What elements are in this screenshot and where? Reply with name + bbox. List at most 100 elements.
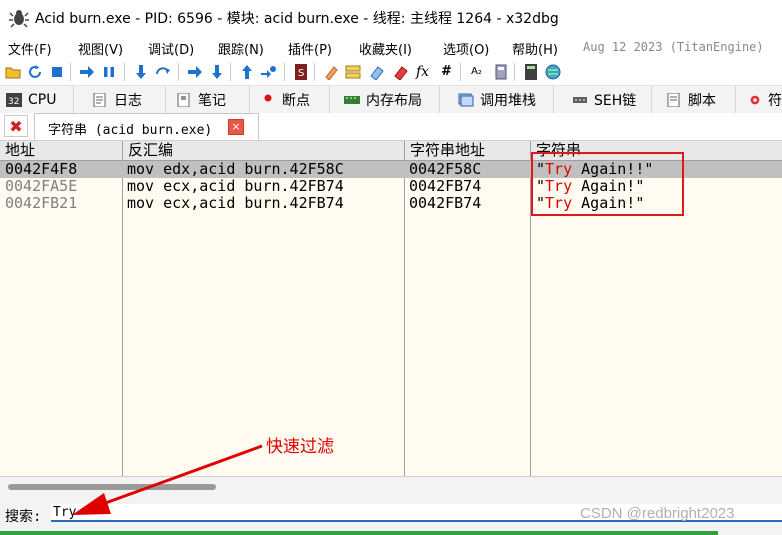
column-header-address[interactable]: 地址: [0, 141, 123, 161]
pause-icon[interactable]: [100, 63, 117, 80]
seh-icon: [573, 96, 587, 103]
execute-till-return-icon[interactable]: [238, 63, 255, 80]
progress-bar: [0, 531, 782, 535]
table-row[interactable]: 0042FB21 mov ecx,acid burn.42FB74 0042FB…: [0, 195, 782, 212]
row-string-address: 0042FB74: [409, 194, 482, 212]
globe-icon[interactable]: [544, 63, 561, 80]
open-icon[interactable]: [4, 63, 21, 80]
annotation-label: 快速过滤: [266, 437, 334, 457]
tab-script[interactable]: 脚本: [660, 86, 736, 113]
tab-notes-label: 笔记: [198, 92, 226, 109]
tab-strings-label: 字符串 (acid burn.exe): [48, 123, 213, 138]
row-string: "Try Again!!": [536, 160, 654, 178]
tab-seh-chain[interactable]: SEH链: [566, 86, 652, 113]
run-to-user-code-icon[interactable]: [260, 63, 277, 80]
notes-icon: [177, 92, 190, 107]
tab-cpu-label: CPU: [28, 91, 57, 108]
comment-icon[interactable]: [344, 63, 361, 80]
row-address: 0042FB21: [5, 194, 78, 212]
function-icon[interactable]: fx: [414, 63, 431, 80]
title-bar: Acid burn.exe - PID: 6596 - 模块: acid bur…: [0, 0, 782, 36]
memory-map-icon: [344, 95, 360, 104]
close-all-tabs-icon[interactable]: ✖: [4, 115, 28, 137]
tab-log-label: 日志: [114, 92, 142, 109]
row-disassembly: mov ecx,acid burn.42FB74: [127, 177, 344, 195]
column-header-string[interactable]: 字符串: [531, 141, 782, 161]
tab-call-stack-label: 调用堆栈: [480, 92, 536, 109]
view-tab-bar: 32 CPU 日志 笔记 断点 内存布局 调用堆栈 SEH链 脚本 符: [0, 86, 782, 114]
tab-strings[interactable]: 字符串 (acid burn.exe) ×: [34, 113, 259, 140]
calculator-icon[interactable]: [522, 63, 539, 80]
tab-call-stack[interactable]: 调用堆栈: [452, 86, 554, 113]
menu-help[interactable]: 帮助(H): [512, 39, 558, 58]
row-string-address: 0042FB74: [409, 177, 482, 195]
column-header-disassembly[interactable]: 反汇编: [123, 141, 405, 161]
tab-seh-chain-label: SEH链: [594, 92, 637, 109]
watermark: CSDN @redbright2023: [580, 505, 735, 522]
tab-script-label: 脚本: [688, 92, 716, 109]
tab-memory-map-label: 内存布局: [366, 92, 422, 109]
scylla-icon[interactable]: S: [292, 63, 309, 80]
menu-options[interactable]: 选项(O): [443, 39, 489, 58]
menu-view[interactable]: 视图(V): [78, 39, 123, 58]
search-match: Try: [545, 160, 573, 178]
build-date: Aug 12 2023 (TitanEngine): [583, 40, 764, 54]
patch-icon[interactable]: [322, 63, 339, 80]
table-row[interactable]: 0042F4F8 mov edx,acid burn.42F58C 0042F5…: [0, 161, 782, 178]
table-row[interactable]: 0042FA5E mov ecx,acid burn.42FB74 0042FB…: [0, 178, 782, 195]
breakpoint-icon: [264, 94, 272, 101]
call-stack-icon: [458, 93, 474, 106]
tab-memory-map[interactable]: 内存布局: [338, 86, 440, 113]
toolbar: S fx # A₂: [0, 59, 782, 86]
row-address: 0042FA5E: [5, 177, 78, 195]
tab-notes[interactable]: 笔记: [170, 86, 250, 113]
search-match: Try: [545, 177, 573, 195]
menu-favourites[interactable]: 收藏夹(I): [359, 39, 412, 58]
horizontal-scrollbar[interactable]: [0, 476, 782, 499]
row-disassembly: mov edx,acid burn.42F58C: [127, 160, 344, 178]
bookmark-icon[interactable]: [392, 63, 409, 80]
cpu-icon: 32: [6, 92, 22, 107]
svg-text:32: 32: [8, 97, 19, 107]
menu-trace[interactable]: 跟踪(N): [218, 39, 264, 58]
label-icon[interactable]: [368, 63, 385, 80]
references-tab-bar: ✖ 字符串 (acid burn.exe) ×: [0, 113, 782, 141]
bug-icon: [9, 10, 29, 28]
row-string: "Try Again!": [536, 194, 645, 212]
script-icon: [667, 92, 680, 107]
step-over-icon[interactable]: [154, 63, 171, 80]
tab-symbols[interactable]: 符: [742, 86, 782, 113]
menu-bar: 文件(F) 视图(V) 调试(D) 跟踪(N) 插件(P) 收藏夹(I) 选项(…: [0, 36, 782, 59]
restart-icon[interactable]: [26, 63, 43, 80]
tab-symbols-label: 符: [768, 92, 782, 109]
column-header-string-address[interactable]: 字符串地址: [405, 141, 531, 161]
scrollbar-thumb[interactable]: [8, 484, 216, 490]
trace-over-icon[interactable]: [208, 63, 225, 80]
hash-icon[interactable]: #: [438, 63, 455, 80]
menu-debug[interactable]: 调试(D): [148, 39, 194, 58]
menu-file[interactable]: 文件(F): [8, 39, 52, 58]
tab-breakpoints-label: 断点: [282, 92, 310, 109]
symbols-icon: [750, 95, 760, 104]
window-title: Acid burn.exe - PID: 6596 - 模块: acid bur…: [35, 11, 559, 27]
font-icon[interactable]: A₂: [468, 63, 485, 80]
step-into-icon[interactable]: [132, 63, 149, 80]
search-match: Try: [545, 194, 573, 212]
svg-text:S: S: [298, 68, 304, 79]
menu-plugins[interactable]: 插件(P): [288, 39, 332, 58]
log-icon: [93, 92, 106, 107]
tab-cpu[interactable]: 32 CPU: [0, 86, 74, 113]
row-string: "Try Again!": [536, 177, 645, 195]
run-icon[interactable]: [78, 63, 95, 80]
row-address: 0042F4F8: [5, 160, 78, 178]
row-disassembly: mov ecx,acid burn.42FB74: [127, 194, 344, 212]
tab-breakpoints[interactable]: 断点: [254, 86, 330, 113]
trace-into-icon[interactable]: [186, 63, 203, 80]
row-string-address: 0042F58C: [409, 160, 482, 178]
memory-icon[interactable]: [492, 63, 509, 80]
tab-log[interactable]: 日志: [86, 86, 166, 113]
search-label: 搜索:: [5, 509, 42, 525]
stop-icon[interactable]: [48, 63, 65, 80]
tab-close-icon[interactable]: ×: [228, 119, 244, 135]
strings-table[interactable]: 地址 反汇编 字符串地址 字符串 0042F4F8 mov edx,acid b…: [0, 141, 782, 476]
